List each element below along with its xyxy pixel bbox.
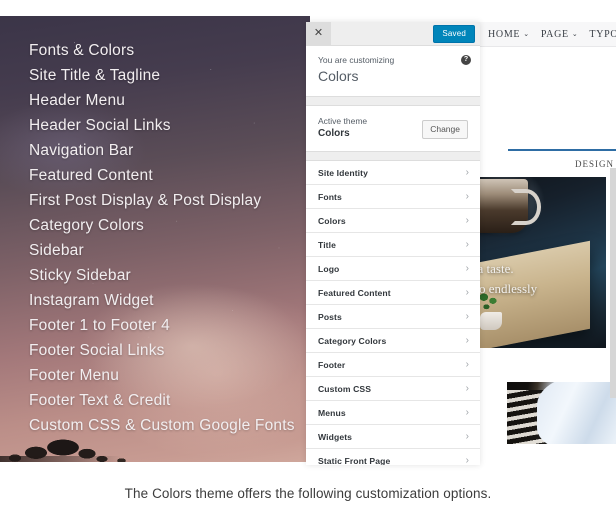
menu-item-label: Footer: [318, 359, 346, 370]
coffee-cup-image: [480, 179, 541, 233]
list-item: Site Title & Tagline: [29, 67, 161, 84]
page-title: Colors: [318, 68, 359, 84]
menu-item-widgets[interactable]: Widgets ›: [306, 425, 480, 449]
menu-item-menus[interactable]: Menus ›: [306, 401, 480, 425]
customizer-divider: [306, 97, 480, 106]
chevron-right-icon: ›: [465, 430, 469, 442]
customization-options-list: Fonts & Colors Site Title & Tagline Head…: [29, 38, 295, 438]
white-fabric-image: [537, 382, 616, 444]
menu-item-featured-content[interactable]: Featured Content ›: [306, 281, 480, 305]
hero-background-image: Fonts & Colors Site Title & Tagline Head…: [0, 16, 310, 462]
chevron-right-icon: ›: [465, 454, 469, 465]
active-theme-section: Active theme Colors Change: [306, 106, 480, 152]
menu-item-label: Featured Content: [318, 287, 391, 298]
nav-item-label: HOME: [488, 28, 521, 40]
customizer-panel: ✕ Saved You are customizing Colors ? Act…: [306, 22, 480, 465]
list-item: Header Social Links: [29, 117, 171, 134]
customizing-kicker: You are customizing: [318, 55, 395, 65]
preview-scrollbar[interactable]: [610, 168, 616, 398]
list-item: First Post Display & Post Display: [29, 192, 262, 209]
nav-item-label: PAGE: [540, 28, 569, 40]
site-preview-pane: HOME ⌄ PAGE ⌄ TYPOG DESIGN ke a taste. i…: [480, 22, 616, 465]
active-theme-text: Active theme Colors: [318, 115, 367, 141]
list-item: Footer Menu: [29, 367, 120, 384]
list-item: Featured Content: [29, 167, 153, 184]
list-item: Footer Social Links: [29, 342, 165, 359]
chevron-right-icon: ›: [465, 358, 469, 370]
list-item: Footer 1 to Footer 4: [29, 317, 170, 334]
chevron-right-icon: ›: [465, 238, 469, 250]
menu-item-label: Posts: [318, 311, 342, 322]
menu-item-posts[interactable]: Posts ›: [306, 305, 480, 329]
menu-item-title[interactable]: Title ›: [306, 233, 480, 257]
preview-nav-bar: HOME ⌄ PAGE ⌄ TYPOG: [480, 22, 616, 47]
chevron-right-icon: ›: [465, 190, 469, 202]
menu-item-label: Menus: [318, 407, 346, 418]
menu-item-label: Custom CSS: [318, 383, 372, 394]
chevron-right-icon: ›: [465, 214, 469, 226]
menu-item-label: Colors: [318, 215, 346, 226]
menu-item-category-colors[interactable]: Category Colors ›: [306, 329, 480, 353]
menu-item-logo[interactable]: Logo ›: [306, 257, 480, 281]
menu-item-static-front-page[interactable]: Static Front Page ›: [306, 449, 480, 465]
menu-item-footer[interactable]: Footer ›: [306, 353, 480, 377]
list-item: Header Menu: [29, 92, 126, 109]
preview-quote: ke a taste. is so endlessly: [480, 259, 606, 299]
change-theme-button[interactable]: Change: [422, 120, 468, 139]
chevron-right-icon: ›: [465, 406, 469, 418]
preview-secondary-card[interactable]: [507, 382, 616, 444]
customizer-title-section: You are customizing Colors ?: [306, 46, 480, 97]
cloth-decoration: [480, 312, 502, 330]
list-item: Instagram Widget: [29, 292, 154, 309]
preview-design-heading: DESIGN: [480, 151, 616, 177]
menu-item-colors[interactable]: Colors ›: [306, 209, 480, 233]
preview-quote-line-1: ke a taste.: [480, 261, 514, 276]
menu-item-site-identity[interactable]: Site Identity ›: [306, 161, 480, 185]
nav-item-home[interactable]: HOME ⌄: [488, 29, 530, 40]
menu-item-label: Site Identity: [318, 167, 369, 178]
chevron-right-icon: ›: [465, 334, 469, 346]
customizer-menu: Site Identity › Fonts › Colors › Title ›…: [306, 161, 480, 465]
chevron-right-icon: ›: [465, 262, 469, 274]
list-item: Footer Text & Credit: [29, 392, 171, 409]
preview-featured-card[interactable]: ke a taste. is so endlessly: [480, 177, 606, 348]
save-button[interactable]: Saved: [433, 24, 475, 43]
menu-item-fonts[interactable]: Fonts ›: [306, 185, 480, 209]
nav-item-typography[interactable]: TYPOG: [589, 29, 616, 40]
help-icon[interactable]: ?: [461, 55, 471, 65]
nav-item-label: TYPOG: [589, 28, 616, 40]
list-item: Sidebar: [29, 242, 84, 259]
nav-item-page[interactable]: PAGE ⌄: [541, 29, 579, 40]
chevron-right-icon: ›: [465, 382, 469, 394]
list-item: Sticky Sidebar: [29, 267, 131, 284]
active-theme-name: Colors: [318, 128, 350, 139]
chevron-right-icon: ›: [465, 166, 469, 178]
customizer-toolbar: ✕ Saved: [306, 22, 480, 46]
menu-item-custom-css[interactable]: Custom CSS ›: [306, 377, 480, 401]
menu-item-label: Widgets: [318, 431, 353, 442]
preview-section-underline: [508, 149, 616, 151]
list-item: Navigation Bar: [29, 142, 134, 159]
close-icon[interactable]: ✕: [306, 22, 331, 46]
menu-item-label: Logo: [318, 263, 340, 274]
chevron-down-icon: ⌄: [571, 30, 579, 38]
list-item: Custom CSS & Custom Google Fonts: [29, 417, 295, 434]
chevron-right-icon: ›: [465, 310, 469, 322]
preview-spacer: [480, 348, 616, 382]
chevron-right-icon: ›: [465, 286, 469, 298]
menu-item-label: Title: [318, 239, 337, 250]
list-item: Category Colors: [29, 217, 144, 234]
active-theme-label: Active theme: [318, 116, 368, 126]
menu-item-label: Static Front Page: [318, 455, 391, 466]
preview-quote-line-2: is so endlessly: [480, 281, 538, 296]
screenshot-root: Fonts & Colors Site Title & Tagline Head…: [0, 0, 616, 515]
chevron-down-icon: ⌄: [523, 30, 530, 38]
preview-blank-header-area: [480, 47, 616, 151]
menu-item-label: Category Colors: [318, 335, 387, 346]
customizer-divider: [306, 152, 480, 161]
menu-item-label: Fonts: [318, 191, 342, 202]
list-item: Fonts & Colors: [29, 42, 135, 59]
figure-caption: The Colors theme offers the following cu…: [124, 486, 492, 501]
